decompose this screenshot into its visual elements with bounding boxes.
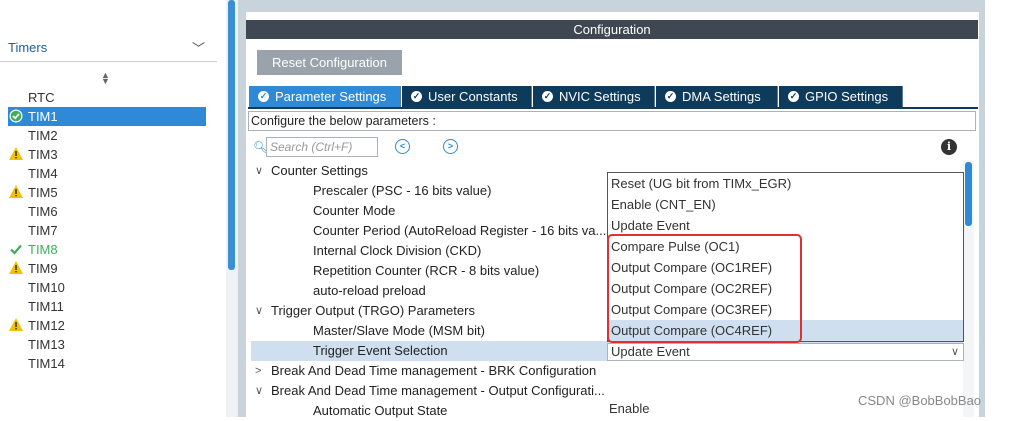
search-input[interactable]: Search (Ctrl+F) — [266, 137, 378, 157]
check-circle-icon: ✓ — [788, 91, 799, 102]
tree-group[interactable]: Trigger Output (TRGO) Parameters — [271, 301, 475, 321]
parameter-scrollbar[interactable] — [965, 162, 972, 226]
chevron-down-icon[interactable]: ﹀ — [192, 38, 205, 57]
chevron-down-icon[interactable]: ∨ — [255, 381, 263, 401]
divider — [0, 61, 217, 62]
parameter-label[interactable]: Internal Clock Division (CKD) — [313, 241, 481, 261]
check-circle-icon — [9, 109, 23, 123]
chevron-right-icon[interactable]: > — [255, 361, 261, 381]
tab-nvic-settings[interactable]: ✓ NVIC Settings — [533, 86, 655, 107]
previous-icon[interactable]: < — [395, 139, 410, 154]
warning-icon — [9, 147, 23, 161]
parameter-label[interactable]: Prescaler (PSC - 16 bits value) — [313, 181, 491, 201]
splitter[interactable] — [238, 0, 246, 417]
timer-item[interactable]: TIM14 — [28, 354, 65, 373]
dropdown-option[interactable]: Enable (CNT_EN) — [611, 194, 716, 215]
timer-item[interactable]: TIM13 — [28, 335, 65, 354]
next-icon[interactable]: > — [443, 139, 458, 154]
warning-icon — [9, 261, 23, 275]
tab-user-constants[interactable]: ✓ User Constants — [402, 86, 532, 107]
tab-label: NVIC Settings — [559, 89, 641, 104]
dropdown-option[interactable]: Reset (UG bit from TIMx_EGR) — [611, 173, 791, 194]
right-splitter[interactable] — [979, 0, 985, 417]
trigger-event-value: Update Event — [611, 344, 690, 359]
check-circle-icon: ✓ — [542, 91, 553, 102]
tab-underline — [248, 107, 978, 109]
timers-panel: Timers ﹀ ▲ ▼ RTC TIM1 TIM2 TIM3 TIM4 TIM5 TIM6… — [0, 0, 230, 417]
timer-item[interactable]: TIM2 — [28, 126, 58, 145]
timer-item[interactable]: TIM3 — [28, 145, 58, 164]
chevron-down-icon[interactable]: ∨ — [255, 301, 263, 321]
timer-item[interactable]: TIM7 — [28, 221, 58, 240]
chevron-down-icon[interactable]: ∨ — [951, 344, 959, 360]
parameter-label[interactable]: Automatic Output State — [313, 401, 447, 421]
warning-icon — [9, 318, 23, 332]
timer-item[interactable]: TIM12 — [28, 316, 65, 335]
reset-configuration-button[interactable]: Reset Configuration — [257, 50, 402, 75]
left-scrollbar[interactable] — [228, 0, 235, 270]
parameter-label[interactable]: auto-reload preload — [313, 281, 426, 301]
parameter-label[interactable]: Repetition Counter (RCR - 8 bits value) — [313, 261, 539, 281]
check-circle-icon: ✓ — [665, 91, 676, 102]
check-circle-icon: ✓ — [411, 91, 422, 102]
tree-group[interactable]: Break And Dead Time management - BRK Con… — [271, 361, 596, 381]
configure-text: Configure the below parameters : — [248, 111, 976, 131]
configuration-header: Configuration — [246, 20, 978, 39]
top-band — [246, 0, 980, 12]
annotation-highlight-box — [607, 234, 802, 343]
warning-icon — [9, 185, 23, 199]
tab-label: GPIO Settings — [805, 89, 889, 104]
dropdown-option[interactable]: Update Event — [611, 215, 690, 236]
timer-item[interactable]: TIM11 — [28, 297, 64, 316]
timer-item[interactable]: RTC — [28, 88, 54, 107]
tab-parameter-settings[interactable]: ✓ Parameter Settings — [249, 86, 401, 107]
parameter-label[interactable]: Counter Period (AutoReload Register - 16… — [313, 221, 606, 241]
timer-item[interactable]: TIM8 — [28, 240, 58, 259]
trigger-event-select[interactable]: Update Event ∨ — [607, 343, 964, 361]
timers-section-title[interactable]: Timers — [8, 40, 47, 55]
sort-down-icon[interactable]: ▼ — [101, 76, 110, 86]
automatic-output-state-value[interactable]: Enable — [609, 401, 649, 416]
parameter-label[interactable]: Trigger Event Selection — [313, 341, 448, 361]
parameter-label[interactable]: Master/Slave Mode (MSM bit) — [313, 321, 485, 341]
info-icon[interactable]: i — [941, 139, 957, 155]
watermark: CSDN @BobBobBao — [858, 393, 982, 408]
check-circle-icon: ✓ — [258, 91, 269, 102]
tree-group[interactable]: Break And Dead Time management - Output … — [271, 381, 605, 401]
timer-item[interactable]: TIM6 — [28, 202, 58, 221]
timer-item[interactable]: TIM10 — [28, 278, 65, 297]
timer-item[interactable]: TIM5 — [28, 183, 58, 202]
timer-item[interactable]: TIM1 — [8, 107, 206, 126]
tab-label: User Constants — [428, 89, 518, 104]
timer-item[interactable]: TIM4 — [28, 164, 58, 183]
tab-gpio-settings[interactable]: ✓ GPIO Settings — [779, 86, 903, 107]
parameter-label[interactable]: Counter Mode — [313, 201, 395, 221]
check-icon — [9, 242, 23, 256]
tree-group[interactable]: Counter Settings — [271, 161, 368, 181]
timer-item[interactable]: TIM9 — [28, 259, 58, 278]
chevron-down-icon[interactable]: ∨ — [255, 161, 263, 181]
tab-dma-settings[interactable]: ✓ DMA Settings — [656, 86, 778, 107]
tab-label: Parameter Settings — [275, 89, 387, 104]
tab-label: DMA Settings — [682, 89, 761, 104]
